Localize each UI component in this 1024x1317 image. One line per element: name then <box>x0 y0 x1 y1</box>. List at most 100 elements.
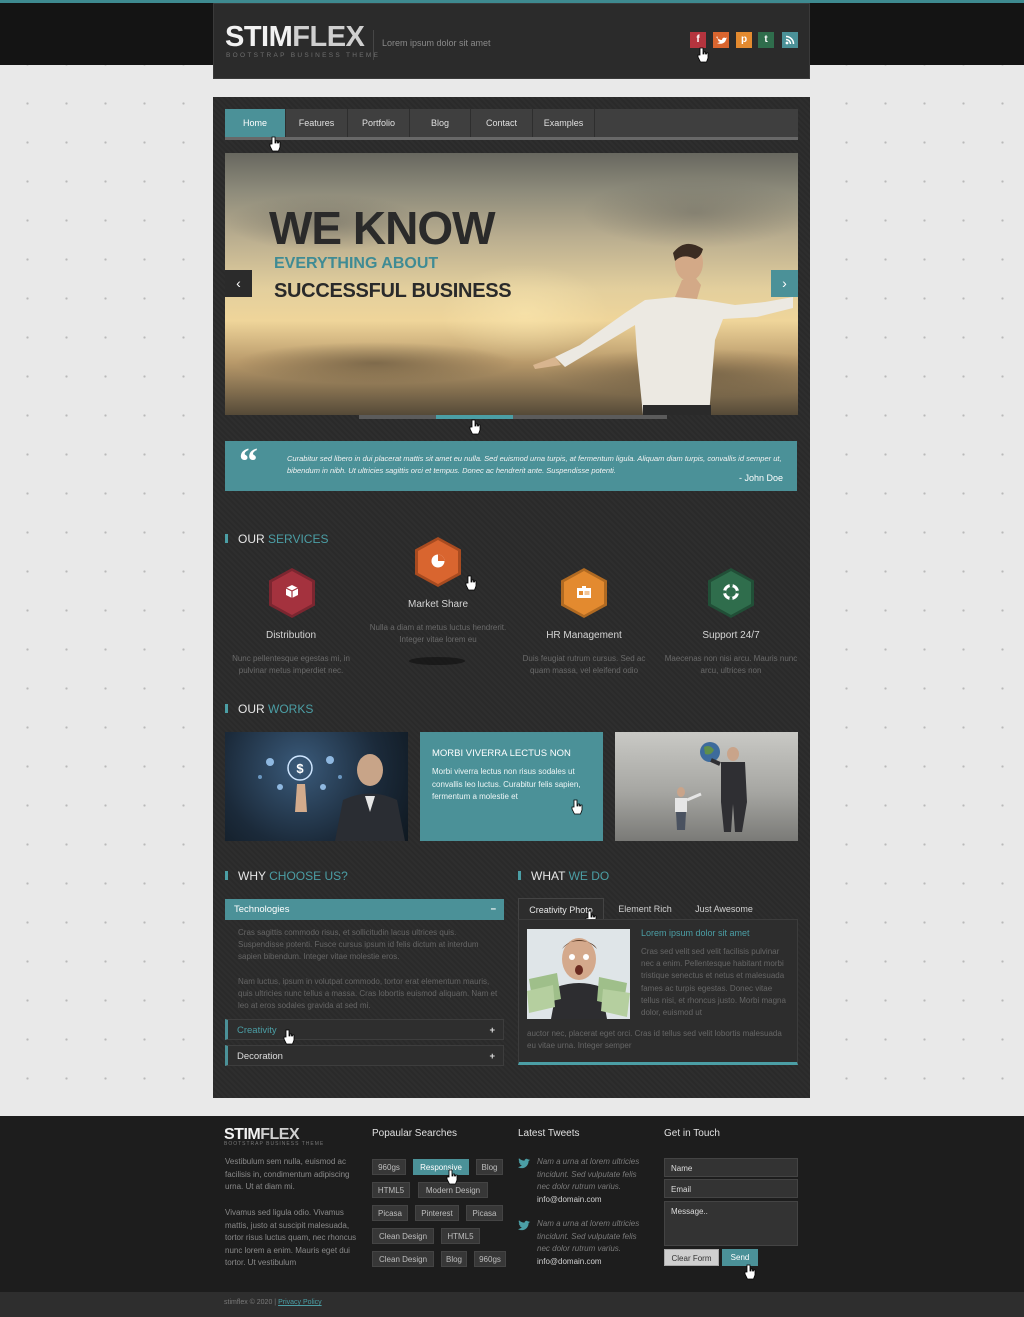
footer-about: Vestibulum sem nulla, euismod ac facilis… <box>225 1157 350 1191</box>
lifebuoy-icon <box>723 584 739 600</box>
get-in-touch-title: Get in Touch <box>664 1128 720 1139</box>
main-nav: Home Features Portfolio Blog Contact Exa… <box>225 109 798 140</box>
money-man-image <box>527 929 630 1019</box>
tag-link-active[interactable]: Responsive <box>413 1159 469 1175</box>
main-container: Home Features Portfolio Blog Contact Exa… <box>213 97 810 1098</box>
twitter-bird-icon <box>518 1158 531 1169</box>
slider-dot[interactable] <box>359 415 436 419</box>
tumblr-icon[interactable]: t <box>758 32 774 48</box>
slider-dot[interactable] <box>590 415 667 419</box>
work-image-finance[interactable]: $ <box>225 732 408 841</box>
hand-cursor-icon <box>446 1169 458 1185</box>
expand-icon[interactable]: + <box>489 1046 495 1067</box>
nav-contact[interactable]: Contact <box>471 109 533 137</box>
work-card-text: Morbi viverra lectus non risus sodales u… <box>432 767 581 801</box>
logo[interactable]: STIMFLEX <box>225 21 365 53</box>
tweet: Nam a urna at lorem ultricies tincidunt.… <box>537 1219 640 1266</box>
header-divider <box>373 30 374 60</box>
section-marker <box>225 704 228 713</box>
name-input[interactable]: Name <box>664 1158 798 1177</box>
tag-link[interactable]: 960gs <box>474 1251 506 1267</box>
service-title: Distribution <box>265 630 317 641</box>
accordion-creativity[interactable]: Creativity + <box>225 1019 504 1040</box>
tag-link[interactable]: Pinterest <box>415 1205 459 1221</box>
clear-form-button[interactable]: Clear Form <box>664 1249 719 1266</box>
footer <box>0 1116 1024 1292</box>
tab-element-rich[interactable]: Element Rich <box>606 898 684 920</box>
tag-link[interactable]: HTML5 <box>372 1182 410 1198</box>
works-title: OUR WORKS <box>238 702 314 716</box>
accordion-technologies[interactable]: Technologies − <box>225 899 504 920</box>
hex-shadow <box>409 657 465 665</box>
twitter-icon[interactable] <box>713 32 729 48</box>
accordion-decoration[interactable]: Decoration + <box>225 1045 504 1066</box>
logo-flex: FLEX <box>292 21 365 53</box>
tag-link[interactable]: Blog <box>441 1251 467 1267</box>
tag-link[interactable]: 960gs <box>372 1159 406 1175</box>
nav-features[interactable]: Features <box>286 109 348 137</box>
accordion-paragraph: Nam luctus, ipsum in volutpat commodo, t… <box>238 977 498 1010</box>
tag-link[interactable]: Clean Design <box>372 1228 434 1244</box>
service-desc: Maecenas non nisi arcu. Mauris nunc arcu… <box>664 654 798 675</box>
quote-author: - John Doe <box>738 473 783 483</box>
rss-icon[interactable] <box>782 32 798 48</box>
nav-home[interactable]: Home <box>225 109 286 137</box>
hand-cursor-icon <box>269 136 281 152</box>
pinterest-icon[interactable]: p <box>736 32 752 48</box>
nav-portfolio[interactable]: Portfolio <box>348 109 410 137</box>
slider-prev-button[interactable]: ‹ <box>225 270 252 297</box>
tag-link[interactable]: Picasa <box>372 1205 408 1221</box>
tweet-email-link[interactable]: info@domain.com <box>537 1195 602 1204</box>
hand-cursor-icon <box>571 799 583 815</box>
accordion-label: Decoration <box>237 1051 283 1062</box>
service-desc: Duis feugiat rutrum cursus. Sed ac quam … <box>522 654 646 675</box>
why-title: WHY CHOOSE US? <box>238 869 348 883</box>
work-card[interactable]: MORBI VIVERRA LECTUS NON Morbi viverra l… <box>420 732 603 841</box>
privacy-policy-link[interactable]: Privacy Policy <box>278 1299 322 1306</box>
tag-link[interactable]: Clean Design <box>372 1251 434 1267</box>
quote-text: Curabitur sed libero in dui placerat mat… <box>287 454 782 475</box>
nav-blog[interactable]: Blog <box>410 109 471 137</box>
email-input[interactable]: Email <box>664 1179 798 1198</box>
logo-stim: STIM <box>225 21 293 53</box>
quote-icon: “ <box>239 441 258 483</box>
latest-tweets-title: Latest Tweets <box>518 1128 580 1139</box>
slide-tagline: SUCCESSFUL BUSINESS <box>274 280 512 302</box>
accordion-paragraph: Cras sagittis commodo risus, et sollicit… <box>238 928 479 961</box>
footer-logo-subtitle: BOOTSTRAP BUSINESS THEME <box>224 1141 325 1147</box>
facebook-icon[interactable]: f <box>690 32 706 48</box>
tweet-email-link[interactable]: info@domain.com <box>537 1257 602 1266</box>
tag-link[interactable]: Blog <box>476 1159 503 1175</box>
service-title: Market Share <box>407 599 469 610</box>
tab-panel: Lorem ipsum dolor sit amet Cras sed veli… <box>518 919 798 1065</box>
tab-just-awesome[interactable]: Just Awesome <box>684 898 764 920</box>
hand-cursor-icon <box>469 419 481 435</box>
section-marker <box>518 871 521 880</box>
expand-icon[interactable]: + <box>489 1020 495 1041</box>
tag-link[interactable]: HTML5 <box>441 1228 480 1244</box>
work-image-globe[interactable] <box>615 732 798 841</box>
slide-subheadline: EVERYTHING ABOUT <box>274 255 439 272</box>
service-title: Support 24/7 <box>702 630 760 641</box>
accordion-label: Technologies <box>234 904 290 915</box>
header: STIMFLEX BOOTSTRAP BUSINESS THEME Lorem … <box>213 3 810 79</box>
hero-slider[interactable]: WE KNOW EVERYTHING ABOUT SUCCESSFUL BUSI… <box>225 153 798 415</box>
hand-cursor-icon <box>744 1264 756 1280</box>
footer-about: Vivamus sed ligula odio. Vivamus mattis,… <box>225 1208 357 1267</box>
tab-heading: Lorem ipsum dolor sit amet <box>641 928 750 938</box>
accordion-label: Creativity <box>237 1025 277 1036</box>
slider-dot[interactable] <box>513 415 590 419</box>
cube-icon <box>285 585 299 598</box>
businessman-image <box>533 243 793 415</box>
footer-bottom-bar <box>0 1292 1024 1317</box>
collapse-icon[interactable]: − <box>490 899 496 920</box>
hand-cursor-icon <box>283 1029 295 1045</box>
tab-text-continued: auctor nec, placerat eget orci. Cras id … <box>527 1029 782 1051</box>
message-textarea[interactable]: Message.. <box>664 1201 798 1246</box>
tag-link[interactable]: Picasa <box>466 1205 503 1221</box>
svg-text:$: $ <box>296 761 304 776</box>
copyright: stimflex © 2020 | Privacy Policy <box>224 1299 322 1306</box>
nav-examples[interactable]: Examples <box>533 109 595 137</box>
hand-cursor-icon <box>465 575 477 591</box>
slider-next-button[interactable]: › <box>771 270 798 297</box>
